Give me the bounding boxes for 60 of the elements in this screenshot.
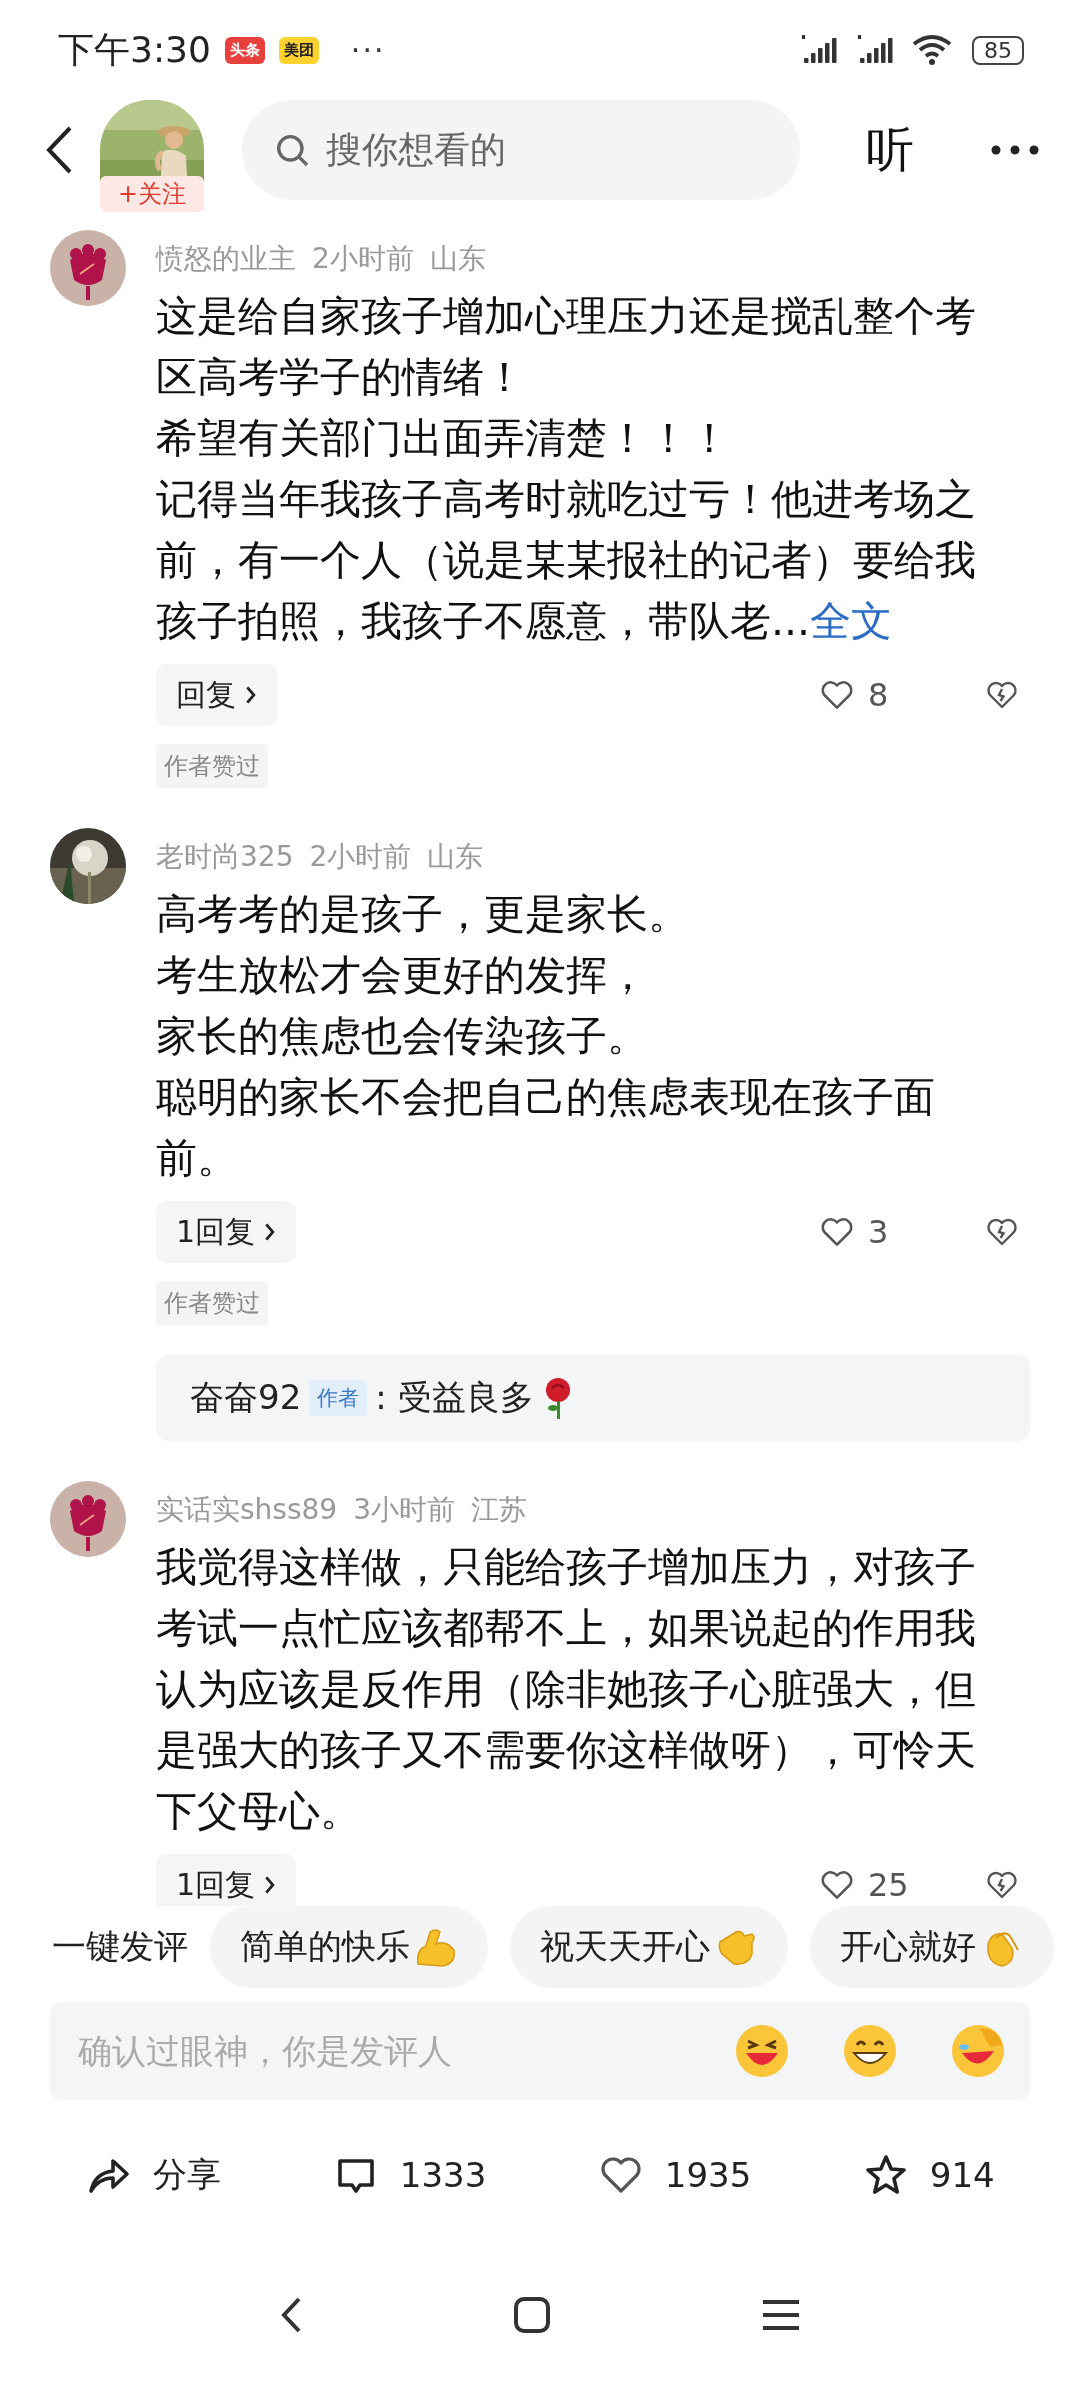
comment-time: 3小时前 xyxy=(353,1492,455,1528)
comment-text: 高考考的是孩子，更是家长。 xyxy=(156,889,690,940)
full-text-link[interactable]: 全文 xyxy=(810,597,893,645)
more-button[interactable] xyxy=(990,144,1040,156)
app-badge: 头条 xyxy=(224,36,265,64)
more-notifications: ··· xyxy=(350,32,386,68)
comment-text: 家长的焦虑也会传染孩子。 xyxy=(156,1011,649,1062)
reply-text: : 受益良多 xyxy=(375,1376,534,1419)
search-field[interactable]: 搜你想看的 xyxy=(242,100,800,200)
app-badge: 美团 xyxy=(278,36,319,64)
comment-location: 山东 xyxy=(429,241,486,277)
reply-button[interactable]: 1回复 xyxy=(156,1854,297,1906)
comment-text: 聪明的家长不会把自己的焦虑表现在孩子面前。 xyxy=(156,1072,936,1184)
comment-text: 这是给自家孩子增加心理压力还是搅乱整个考区高考学子的情绪！ xyxy=(156,291,977,403)
back-button[interactable] xyxy=(44,124,74,176)
comment-input[interactable]: 确认过眼神，你是发评人 xyxy=(76,2030,682,2072)
like-count: 25 xyxy=(868,1866,910,1904)
comment-text: 考生放松才会更好的发挥， xyxy=(156,950,649,1001)
battery-level: 85 xyxy=(972,35,1024,65)
author-badge: 作者 xyxy=(309,1380,368,1416)
flower-avatar-icon xyxy=(50,230,126,306)
status-time: 下午3:30 xyxy=(58,27,211,72)
comment-text: 希望有关部门出面弄清楚！！！ xyxy=(156,413,731,464)
follow-button[interactable]: +关注 xyxy=(100,176,204,212)
author-liked-tag: 作者赞过 xyxy=(156,744,268,788)
reply-button[interactable]: 1回复 xyxy=(156,1201,297,1263)
nav-home-button[interactable] xyxy=(513,2296,551,2334)
search-placeholder: 搜你想看的 xyxy=(326,127,506,172)
share-button[interactable]: 分享 xyxy=(85,2151,222,2199)
reply-author: 奋奋92 xyxy=(190,1376,302,1419)
nav-menu-button[interactable] xyxy=(761,2298,801,2332)
author-liked-tag: 作者赞过 xyxy=(156,1281,268,1325)
grinning-face-icon xyxy=(842,2023,898,2079)
comment-location: 江苏 xyxy=(470,1492,527,1528)
chevron-icon xyxy=(263,1221,277,1243)
quick-comment-chip[interactable]: 开心就好 xyxy=(810,1906,1054,1988)
flower-avatar-icon xyxy=(50,1481,126,1557)
comment-location: 山东 xyxy=(427,839,484,875)
comment-field[interactable]: 确认过眼神，你是发评人 xyxy=(50,2002,1030,2100)
listen-button[interactable]: 听 xyxy=(866,118,914,182)
reply-button[interactable]: 回复 xyxy=(156,664,278,726)
crying-laughing-face-icon xyxy=(950,2023,1006,2079)
comment-button[interactable]: 1333 xyxy=(331,2151,487,2199)
laughing-face-icon xyxy=(734,2023,790,2079)
quick-comment-chip[interactable]: 简单的快乐 xyxy=(210,1906,488,1988)
like-count: 3 xyxy=(868,1213,890,1251)
comment-time: 2小时前 xyxy=(309,839,412,875)
chevron-icon xyxy=(244,684,258,706)
favorite-button[interactable]: 914 xyxy=(861,2151,995,2199)
like-button[interactable]: 1935 xyxy=(596,2151,752,2199)
chevron-icon xyxy=(263,1874,277,1896)
quick-comment-chip[interactable]: 祝天天开心 xyxy=(510,1906,788,1988)
wifi-icon xyxy=(912,34,952,66)
comment-text: 我觉得这样做，只能给孩子增加压力，对孩子考试一点忙应该都帮不上，如果说起的作用我认为应该是反作用（除非她孩子心脏强大，但是强大的孩子又不需要你这样做呀），可怜天下父母心。 xyxy=(156,1542,977,1837)
comment-time: 2小时前 xyxy=(312,241,414,277)
nav-back-button[interactable] xyxy=(279,2295,303,2335)
quick-comment-label: 一键发评 xyxy=(52,1925,188,1968)
reply-preview[interactable]: 奋奋92 作者 : 受益良多 xyxy=(156,1355,1030,1441)
comment-text: 记得当年我孩子高考时就吃过亏！他进考场之前，有一个人（说是某某报社的记者）要给我孩子拍照，我孩子不愿意，带队老...全文 xyxy=(156,474,977,647)
like-count: 8 xyxy=(868,676,890,714)
